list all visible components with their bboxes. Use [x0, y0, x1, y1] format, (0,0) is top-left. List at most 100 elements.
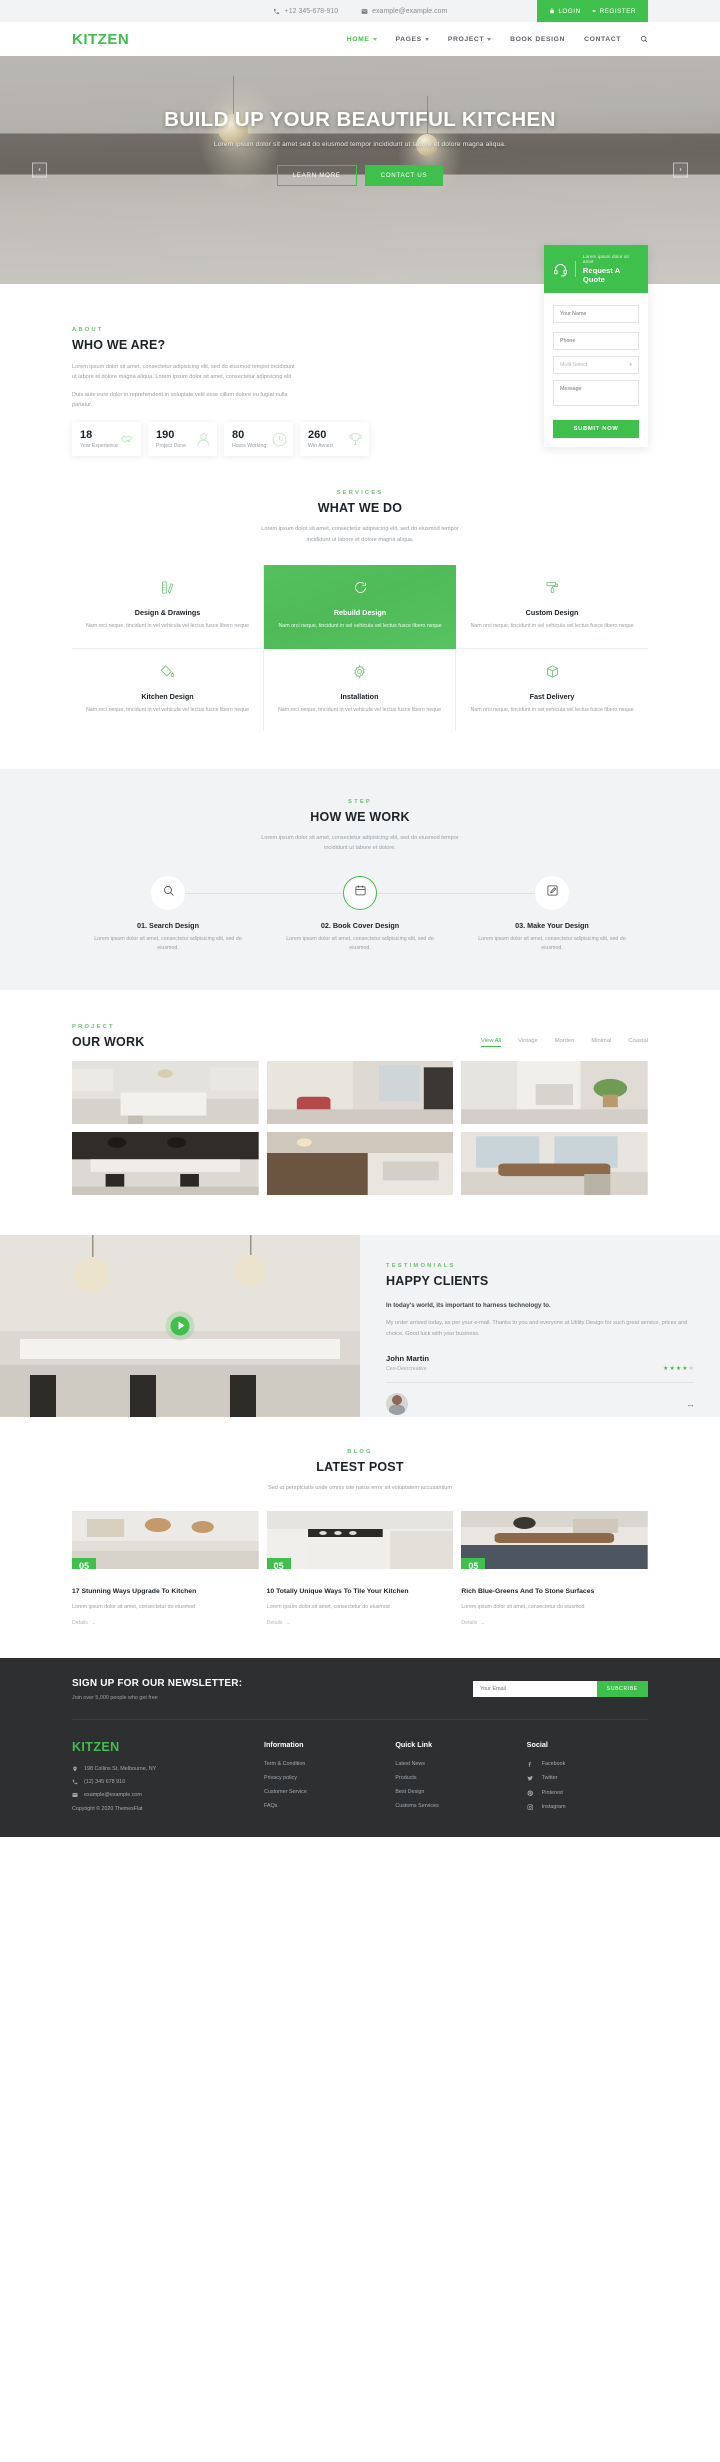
register-button[interactable]: REGISTER: [591, 8, 636, 15]
service-desc: Nam orci neque, tincidunt in vel vehicul…: [85, 623, 250, 630]
service-card-installation[interactable]: Installation Nam orci neque, tincidunt i…: [264, 648, 456, 732]
quote-message-input[interactable]: [553, 380, 639, 406]
social-link-facebook[interactable]: Facebook: [527, 1761, 648, 1768]
footer-phone: (12) 345 678 910: [72, 1779, 254, 1785]
service-name: Fast Delivery: [529, 691, 575, 701]
step-search-design[interactable]: 01. Search Design Lorem ipsum dolor sit …: [72, 875, 264, 954]
service-card-design-drawings[interactable]: Design & Drawings Nam orci neque, tincid…: [72, 565, 264, 649]
blog-post-title[interactable]: 10 Totally Unique Ways To Tile Your Kitc…: [267, 1587, 454, 1597]
chevron-down-icon: ▾: [629, 362, 632, 368]
step-book-cover-design[interactable]: 02. Book Cover Design Lorem ipsum dolor …: [264, 875, 456, 954]
blog-details-link[interactable]: Details →: [461, 1620, 648, 1626]
quote-phone-input[interactable]: [553, 332, 639, 350]
project-item[interactable]: [266, 1131, 454, 1195]
blog-grid: 05 Apr 17 Stunning Ways Upgrade To Kitch…: [72, 1511, 648, 1626]
arrow-right-icon: →: [285, 1619, 291, 1626]
facebook-icon: [527, 1761, 535, 1768]
play-icon: [178, 1321, 184, 1330]
date-day: 05: [273, 1561, 284, 1570]
stat-card: 190 Project Done: [148, 422, 217, 457]
hero-prev-button[interactable]: ‹: [32, 162, 47, 178]
quote-name-input[interactable]: [553, 305, 639, 323]
blog-card[interactable]: 05 Apr 17 Stunning Ways Upgrade To Kitch…: [72, 1511, 259, 1626]
nav-item-pages[interactable]: PAGES: [396, 36, 429, 43]
arrow-enter-icon: [591, 9, 596, 13]
testimonials-section: TESTIMONIALS HAPPY CLIENTS In today's wo…: [0, 1234, 720, 1417]
social-link-instagram[interactable]: Instagram: [527, 1804, 648, 1811]
learn-more-button[interactable]: LEARN MORE: [276, 165, 357, 186]
main-nav: HOME PAGES PROJECT BOOK DESIGN CONTACT: [347, 35, 648, 43]
blog-thumbnail[interactable]: 05 Apr: [266, 1511, 454, 1570]
step-name: 03. Make Your Design: [515, 920, 589, 930]
newsletter-email-input[interactable]: [473, 1681, 597, 1698]
date-day: 05: [468, 1561, 479, 1570]
service-card-custom-design[interactable]: Custom Design Nam orci neque, tincidunt …: [456, 565, 648, 649]
filter-coastal[interactable]: Coastal: [628, 1038, 648, 1047]
step-name: 01. Search Design: [137, 920, 199, 930]
blog-thumbnail[interactable]: 05 Apr: [72, 1511, 259, 1570]
filter-vintage[interactable]: Vintage: [518, 1038, 538, 1047]
footer-link-faqs[interactable]: FAQs: [264, 1803, 385, 1809]
instagram-icon: [527, 1804, 535, 1811]
footer-social-title: Social: [526, 1739, 548, 1749]
services-lede: Lorem ipsum dolor sit amet, consectetur …: [261, 526, 459, 543]
project-item[interactable]: [461, 1131, 648, 1195]
blog-details-link[interactable]: Details →: [72, 1620, 259, 1626]
search-icon[interactable]: [640, 35, 648, 43]
quote-multiselect[interactable]: Multi Select ▾: [553, 356, 639, 374]
play-button[interactable]: [170, 1316, 190, 1336]
clock-icon: [271, 431, 288, 453]
social-link-twitter[interactable]: Twitter: [527, 1775, 648, 1782]
twitter-icon: [527, 1775, 535, 1782]
service-card-kitchen-design[interactable]: Kitchen Design Nam orci neque, tincidunt…: [72, 648, 264, 732]
testimonial-nav-arrows[interactable]: ↔: [686, 1399, 695, 1409]
blog-details-link[interactable]: Details →: [267, 1620, 454, 1626]
social-link-pinterest[interactable]: Pinterest: [527, 1790, 648, 1797]
blog-title: LATEST POST: [316, 1459, 404, 1474]
footer-link-latest-news[interactable]: Latest News: [395, 1761, 516, 1767]
nav-item-book-design[interactable]: BOOK DESIGN: [510, 36, 565, 43]
nav-item-contact[interactable]: CONTACT: [584, 36, 621, 43]
testimonial-video[interactable]: [0, 1234, 360, 1417]
filter-view-all[interactable]: View All: [480, 1038, 502, 1047]
hero-next-button[interactable]: ›: [673, 162, 688, 178]
blog-thumbnail[interactable]: 05 Apr: [461, 1511, 648, 1570]
project-item[interactable]: [266, 1060, 454, 1124]
project-item[interactable]: [72, 1131, 259, 1195]
contact-us-button[interactable]: CONTACT US: [364, 165, 444, 186]
login-label: LOGIN: [558, 7, 581, 15]
footer-link-customer-service[interactable]: Customer Service: [264, 1789, 385, 1795]
blog-post-title[interactable]: Rich Blue-Greens And To Stone Surfaces: [461, 1587, 648, 1597]
footer-contact: 198 Collins St, Melbourne, NY (12) 345 6…: [72, 1766, 254, 1812]
blog-post-excerpt: Lorem ipsum dolor sit amet, consectetur …: [266, 1604, 390, 1611]
site-logo[interactable]: KITZEN: [72, 31, 129, 48]
nav-item-project[interactable]: PROJECT: [448, 36, 492, 43]
blog-card[interactable]: 05 Apr Rich Blue-Greens And To Stone Sur…: [461, 1511, 648, 1626]
service-name: Kitchen Design: [141, 691, 194, 701]
blog-card[interactable]: 05 Apr 10 Totally Unique Ways To Tile Yo…: [266, 1511, 454, 1626]
filter-minimal[interactable]: Minimal: [591, 1038, 611, 1047]
step-make-your-design[interactable]: 03. Make Your Design Lorem ipsum dolor s…: [456, 875, 648, 954]
steps-title: HOW WE WORK: [310, 810, 410, 825]
footer-link-best-design[interactable]: Best Design: [395, 1789, 516, 1795]
footer-columns: KITZEN 198 Collins St, Melbourne, NY (12…: [72, 1720, 648, 1819]
footer-social-list: Facebook Twitter Pinterest Instagram: [527, 1761, 648, 1811]
footer-link-privacy-policy[interactable]: Privacy policy: [264, 1775, 385, 1781]
stat-card: 18 Year Experience: [72, 422, 141, 457]
filter-morden[interactable]: Morden: [555, 1038, 575, 1047]
footer-logo[interactable]: KITZEN: [72, 1740, 254, 1754]
service-card-fast-delivery[interactable]: Fast Delivery Nam orci neque, tincidunt …: [456, 649, 648, 732]
footer-link-products[interactable]: Products: [395, 1775, 516, 1781]
footer-phone-text: (12) 345 678 910: [84, 1778, 126, 1785]
blog-post-title[interactable]: 17 Stunning Ways Upgrade To Kitchen: [72, 1587, 259, 1597]
blog-section: BLOG LATEST POST Sed ut perspiciatis und…: [0, 1417, 720, 1658]
project-item[interactable]: [72, 1060, 259, 1124]
quote-submit-button[interactable]: SUBMIT NOW: [553, 420, 639, 438]
footer-link-customs-services[interactable]: Customs Services: [395, 1803, 516, 1809]
footer-link-term-condition[interactable]: Term & Condition: [264, 1761, 385, 1767]
newsletter-subscribe-button[interactable]: SUBCRIBE: [596, 1681, 648, 1698]
login-button[interactable]: LOGIN: [549, 8, 580, 15]
service-card-rebuild-design[interactable]: Rebuild Design Nam orci neque, tincidunt…: [264, 565, 456, 649]
project-item[interactable]: [461, 1060, 648, 1124]
nav-item-home[interactable]: HOME: [347, 36, 377, 43]
